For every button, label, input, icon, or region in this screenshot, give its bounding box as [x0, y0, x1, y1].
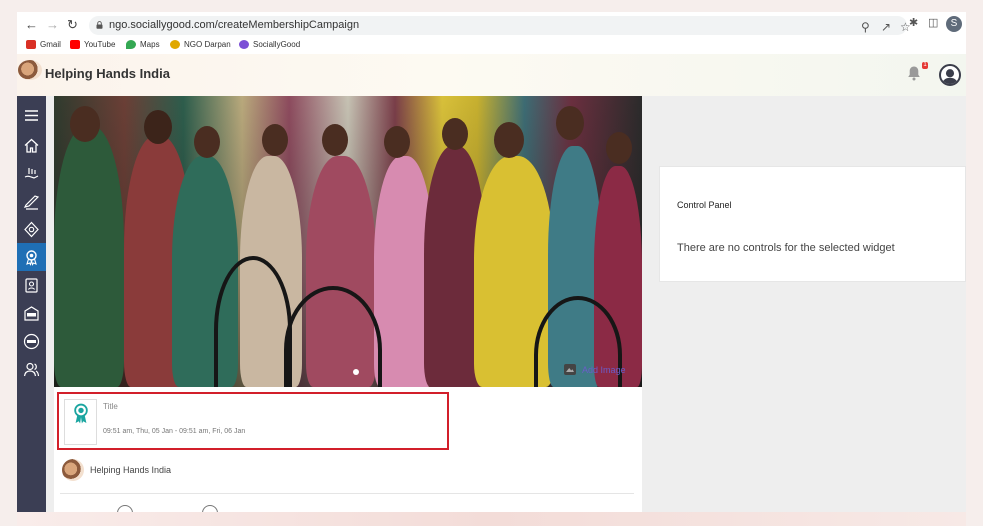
profile-avatar[interactable]: S [946, 16, 962, 32]
photo-figure [54, 126, 124, 387]
notification-badge: 1 [922, 62, 928, 69]
bookmark-gmail[interactable]: Gmail [26, 40, 61, 49]
photo-figure [322, 124, 348, 156]
organizer-row: Helping Hands India [62, 459, 171, 481]
image-icon [564, 364, 576, 375]
address-bar[interactable]: ngo.sociallygood.com/createMembershipCam… [89, 16, 911, 35]
user-icon [941, 69, 959, 84]
photo-figure [262, 124, 288, 156]
url-text: ngo.sociallygood.com/createMembershipCam… [109, 19, 360, 31]
lock-icon [96, 21, 103, 29]
sidebar-item-menu[interactable] [17, 101, 46, 129]
org-logo[interactable] [18, 60, 42, 80]
organizer-logo [62, 459, 84, 481]
photo-figure [70, 106, 100, 142]
sidebar-item-programs[interactable] [17, 215, 46, 243]
bookmarks-bar: Gmail YouTube Maps NGO Darpan SociallyGo… [17, 38, 966, 54]
ngo-darpan-icon [170, 40, 180, 49]
sidebar [17, 96, 46, 512]
sidebar-item-membership[interactable] [17, 243, 46, 271]
app-header: Helping Hands India 1 [17, 54, 966, 97]
campaign-title-block[interactable]: Title 09:51 am, Thu, 05 Jan - 09:51 am, … [57, 392, 449, 450]
campaign-date-range[interactable]: 09:51 am, Thu, 05 Jan - 09:51 am, Fri, 0… [103, 428, 245, 435]
forward-icon[interactable]: → [46, 17, 59, 33]
divider [60, 493, 634, 494]
reload-icon[interactable]: ↻ [67, 17, 78, 33]
organizer-name: Helping Hands India [90, 465, 172, 475]
photo-figure [494, 122, 524, 158]
campaign-image[interactable]: Add Image [54, 96, 642, 387]
menu-icon [25, 109, 38, 121]
sociallygood-icon [239, 40, 249, 49]
control-panel: Control Panel There are no controls for … [659, 166, 966, 282]
photo-figure [194, 126, 220, 158]
share-icon[interactable]: ↗ [881, 20, 891, 34]
membership-badge [64, 399, 97, 445]
photo-figure [144, 110, 172, 144]
background-strip [17, 512, 966, 526]
photo-figure [556, 106, 584, 140]
ngo-icon [24, 305, 39, 321]
sidebar-item-home[interactable] [17, 131, 46, 159]
badge-icon [24, 221, 39, 237]
sidepanel-icon[interactable]: ◫ [928, 16, 938, 29]
action-icon[interactable] [117, 505, 133, 512]
membership-icon [26, 249, 37, 266]
csr-icon [23, 333, 40, 349]
sidebar-item-ngo[interactable] [17, 299, 46, 327]
bookmark-ngo-darpan[interactable]: NGO Darpan [170, 40, 231, 49]
youtube-icon [70, 40, 80, 49]
bell-icon[interactable] [907, 65, 921, 81]
sidebar-item-volunteers[interactable] [17, 271, 46, 299]
sidebar-item-campaigns[interactable] [17, 187, 46, 215]
award-icon [73, 403, 88, 424]
volunteer-icon [25, 277, 38, 293]
action-icon[interactable] [202, 505, 218, 512]
control-panel-title: Control Panel [677, 200, 732, 210]
back-icon[interactable]: ← [25, 17, 38, 33]
add-image-button[interactable]: Add Image [564, 364, 626, 375]
photo-figure [442, 118, 468, 150]
users-icon [23, 362, 40, 376]
campaign-icon [23, 194, 40, 210]
browser-window: ← → ↻ ngo.sociallygood.com/createMembers… [17, 12, 966, 512]
carousel-dot[interactable] [353, 369, 359, 375]
photo-figure [606, 132, 632, 164]
extensions-icon[interactable]: ✱ [909, 16, 918, 29]
sidebar-item-csr[interactable] [17, 327, 46, 355]
sidebar-item-donations[interactable] [17, 159, 46, 187]
photo-figure [384, 126, 410, 158]
bookmark-maps[interactable]: Maps [126, 40, 160, 49]
maps-icon [126, 40, 136, 49]
bookmark-youtube[interactable]: YouTube [70, 40, 115, 49]
browser-toolbar: ← → ↻ ngo.sociallygood.com/createMembers… [17, 12, 966, 38]
title-placeholder[interactable]: Title [103, 402, 118, 411]
home-icon [24, 138, 39, 153]
org-name: Helping Hands India [45, 66, 170, 81]
donation-icon [24, 167, 39, 179]
gmail-icon [26, 40, 36, 49]
sidebar-item-users[interactable] [17, 355, 46, 383]
control-panel-message: There are no controls for the selected w… [677, 242, 895, 254]
user-avatar[interactable] [939, 64, 961, 86]
main-canvas: Add Image Title 09:51 am, Thu, 05 Jan - … [46, 96, 966, 512]
bookmark-sociallygood[interactable]: SociallyGood [239, 40, 300, 49]
zoom-icon[interactable]: ⚲ [861, 20, 870, 34]
membership-widget[interactable]: Add Image Title 09:51 am, Thu, 05 Jan - … [54, 96, 642, 512]
add-image-label: Add Image [582, 364, 626, 375]
